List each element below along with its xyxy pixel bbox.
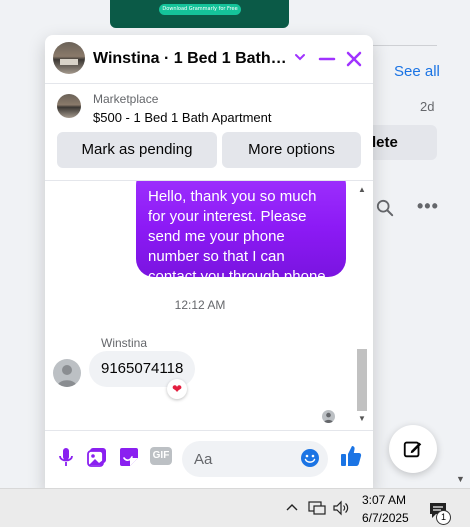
chat-header[interactable]: Winstina · 1 Bed 1 Bath Ap... bbox=[45, 35, 373, 83]
sender-name: Winstina bbox=[101, 336, 148, 350]
more-icon[interactable]: ••• bbox=[417, 196, 439, 217]
message-list: Hello, thank you so much for your intere… bbox=[45, 181, 373, 428]
listing-thumbnail[interactable] bbox=[57, 94, 81, 118]
age-label: 2d bbox=[420, 99, 435, 114]
chevron-up-icon[interactable] bbox=[285, 502, 299, 512]
scrollbar-thumb[interactable] bbox=[357, 349, 367, 411]
page-scroll-down-icon[interactable]: ▼ bbox=[456, 474, 465, 484]
outgoing-message-bubble[interactable]: Hello, thank you so much for your intere… bbox=[136, 181, 346, 285]
chat-window: Winstina · 1 Bed 1 Bath Ap... Marketplac… bbox=[45, 35, 373, 490]
gif-icon[interactable]: GIF bbox=[150, 447, 172, 465]
marketplace-banner: Marketplace $500 - 1 Bed 1 Bath Apartmen… bbox=[45, 84, 373, 181]
avatar[interactable] bbox=[53, 42, 85, 74]
network-icon[interactable] bbox=[308, 500, 326, 516]
scroll-up-icon[interactable]: ▲ bbox=[358, 185, 366, 194]
divider bbox=[373, 45, 437, 46]
volume-icon[interactable] bbox=[332, 500, 350, 516]
photo-icon[interactable] bbox=[86, 446, 108, 468]
listing-title[interactable]: $500 - 1 Bed 1 Bath Apartment bbox=[93, 110, 272, 125]
thumbs-up-icon[interactable] bbox=[339, 444, 363, 468]
emoji-icon[interactable] bbox=[300, 448, 320, 468]
heart-reaction-icon[interactable]: ❤ bbox=[167, 379, 187, 399]
message-composer: GIF bbox=[45, 430, 373, 486]
chevron-down-icon[interactable] bbox=[293, 50, 307, 64]
scroll-down-icon[interactable]: ▼ bbox=[358, 414, 366, 423]
taskbar: 3:07 AM 6/7/2025 1 bbox=[0, 488, 470, 527]
promo-download-button[interactable]: Download Grammarly for Free bbox=[159, 4, 241, 15]
compose-icon bbox=[403, 441, 422, 458]
person-icon bbox=[323, 412, 334, 423]
clock-time[interactable]: 3:07 AM bbox=[362, 493, 406, 507]
marketplace-label: Marketplace bbox=[93, 92, 159, 106]
notification-badge: 1 bbox=[436, 510, 451, 525]
person-icon bbox=[57, 365, 77, 387]
message-scrollbar[interactable]: ▲ ▼ bbox=[355, 181, 369, 428]
close-icon[interactable] bbox=[344, 49, 364, 69]
clock-date[interactable]: 6/7/2025 bbox=[362, 511, 409, 525]
mark-as-pending-button[interactable]: Mark as pending bbox=[57, 132, 217, 168]
more-options-button[interactable]: More options bbox=[222, 132, 361, 168]
microphone-icon[interactable] bbox=[55, 446, 77, 468]
avatar[interactable] bbox=[53, 359, 81, 387]
sticker-icon[interactable] bbox=[118, 446, 140, 468]
search-icon[interactable] bbox=[376, 199, 394, 217]
seen-avatar bbox=[322, 410, 335, 423]
promo-banner: Download Grammarly for Free bbox=[110, 0, 289, 28]
new-message-button[interactable] bbox=[389, 425, 437, 473]
minimize-icon[interactable] bbox=[318, 50, 336, 68]
see-all-link[interactable]: See all bbox=[394, 63, 440, 80]
message-timestamp: 12:12 AM bbox=[174, 298, 226, 312]
chat-title[interactable]: Winstina · 1 Bed 1 Bath Ap... bbox=[93, 50, 289, 68]
